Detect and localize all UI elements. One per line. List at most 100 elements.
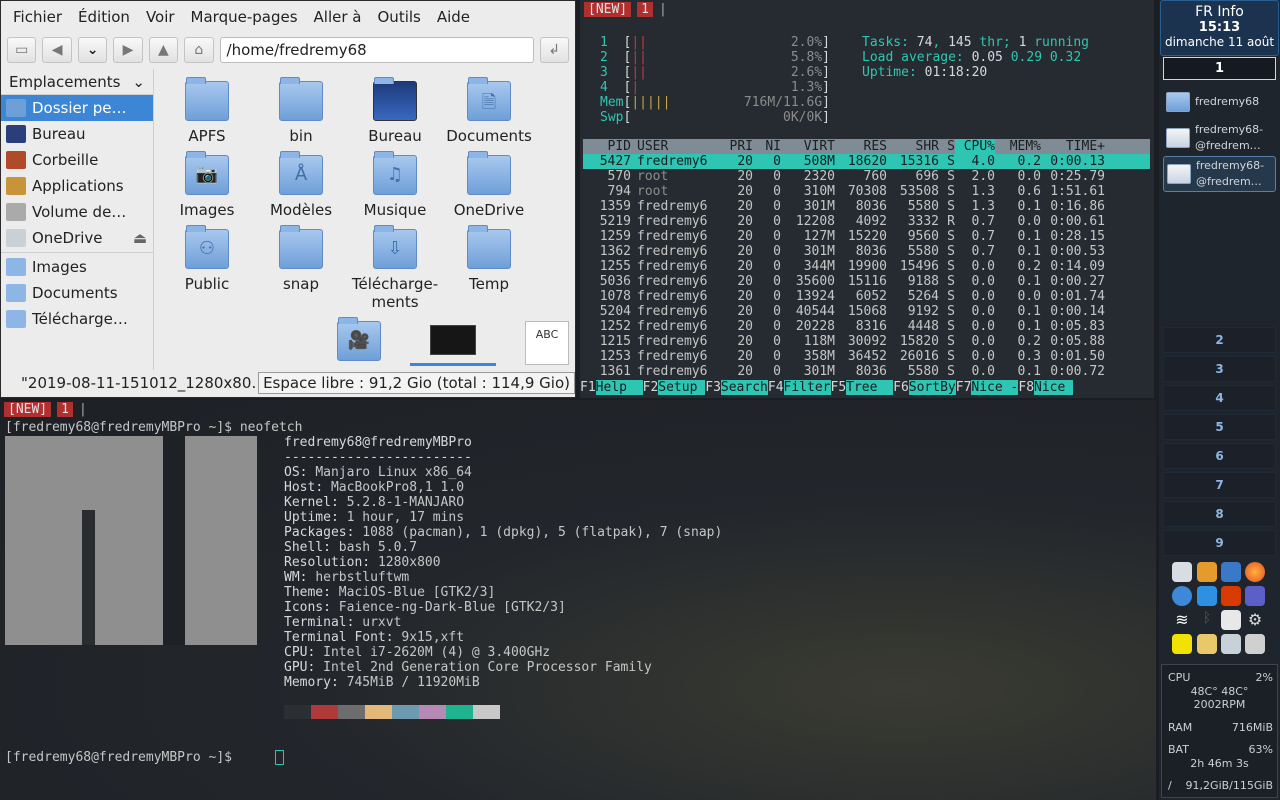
file-item-text[interactable]: ABC: [500, 321, 575, 365]
workspace-button[interactable]: 5: [1163, 414, 1276, 440]
folder-item[interactable]: ⇩ Télécharge-ments: [348, 225, 442, 311]
hexagon-icon[interactable]: [1197, 586, 1217, 606]
process-row[interactable]: 5427 fredremy6 20 0 508M 18620 15316 S 4.0 0.2 0:0…: [583, 154, 1150, 169]
column-header[interactable]: RES: [835, 139, 887, 154]
menu-item[interactable]: Outils: [370, 8, 429, 26]
workspace-button[interactable]: 7: [1163, 472, 1276, 498]
chevron-down-icon[interactable]: ⌄: [132, 73, 145, 91]
sidebar-item-place[interactable]: Dossier pe…: [1, 95, 153, 121]
window-list-item[interactable]: fredremy68-@fredrem…: [1163, 120, 1276, 156]
process-row[interactable]: 1259 fredremy6 20 0 127M 15220 9560 S 0.7 0.1 0:28…: [583, 229, 1150, 244]
forward-button[interactable]: ▶: [113, 37, 143, 63]
htop-terminal[interactable]: [NEW] 1 | 1 [|| 2.0%] 2 [|| 5.8%] 3 [|| 2.6%]…: [580, 0, 1154, 398]
function-key-label[interactable]: SortBy: [908, 380, 956, 395]
folder-item[interactable]: Bureau: [348, 77, 442, 145]
workspace-button[interactable]: 9: [1163, 530, 1276, 556]
menu-item[interactable]: Aller à: [306, 8, 370, 26]
sidebar-item-bookmark[interactable]: Documents: [1, 280, 153, 306]
tab-1[interactable]: 1: [637, 1, 653, 17]
clock-widget[interactable]: FR Info 15:13 dimanche 11 août: [1160, 0, 1279, 56]
function-key-label[interactable]: Search: [720, 380, 768, 395]
function-key-label[interactable]: Nice: [1034, 380, 1074, 395]
menu-item[interactable]: Aide: [429, 8, 478, 26]
process-row[interactable]: 1252 fredremy6 20 0 20228 8316 4448 S 0.0 0.1 0:05…: [583, 319, 1150, 334]
sidebar-header[interactable]: Emplacements ⌄: [1, 69, 153, 95]
folder-item[interactable]: Å Modèles: [254, 151, 348, 219]
process-row[interactable]: 794 root 20 0 310M 70308 53508 S 1.3 0.6 1:51.61: [583, 184, 1150, 199]
back-button[interactable]: ◀: [42, 37, 72, 63]
function-key-label[interactable]: Nice -: [971, 380, 1019, 395]
menu-item[interactable]: Marque-pages: [183, 8, 306, 26]
sidebar-item-place[interactable]: Bureau: [1, 121, 153, 147]
function-key-label[interactable]: Setup: [658, 380, 706, 395]
workspace-button[interactable]: 3: [1163, 356, 1276, 382]
path-field[interactable]: /home/fredremy68: [219, 37, 534, 63]
workspace-button[interactable]: 6: [1163, 443, 1276, 469]
download-icon[interactable]: [1197, 562, 1217, 582]
gear-icon[interactable]: ⚙: [1245, 610, 1265, 630]
sidebar-item-bookmark[interactable]: Images: [1, 254, 153, 280]
bluetooth-icon[interactable]: ᛒ: [1197, 610, 1217, 630]
function-key-label[interactable]: Tree: [846, 380, 894, 395]
column-header[interactable]: TIME+: [1041, 139, 1105, 154]
column-header[interactable]: CPU%: [955, 139, 995, 154]
go-button[interactable]: ↲: [539, 37, 569, 63]
process-row[interactable]: 1253 fredremy6 20 0 358M 36452 26016 S 0.0 0.3 0:0…: [583, 349, 1150, 364]
neofetch-terminal[interactable]: [NEW] 1 | [fredremy68@fredremyMBPro ~]$ …: [0, 400, 1156, 800]
menu-item[interactable]: Voir: [138, 8, 183, 26]
sidebar-item-place[interactable]: Corbeille: [1, 147, 153, 173]
process-row[interactable]: 1255 fredremy6 20 0 344M 19900 15496 S 0.0 0.2 0:1…: [583, 259, 1150, 274]
cloud-icon[interactable]: [1172, 586, 1192, 606]
workspace-button[interactable]: 2: [1163, 327, 1276, 353]
office-icon[interactable]: [1221, 586, 1241, 606]
column-header[interactable]: VIRT: [781, 139, 835, 154]
workspace-button[interactable]: 4: [1163, 385, 1276, 411]
home-icon[interactable]: ⌂: [184, 37, 214, 63]
function-key-label[interactable]: Help: [595, 380, 643, 395]
function-key-label[interactable]: Filter: [783, 380, 831, 395]
tab-1[interactable]: 1: [57, 401, 73, 417]
process-row[interactable]: 5204 fredremy6 20 0 40544 15068 9192 S 0.0 0.1 0:0…: [583, 304, 1150, 319]
tab-new[interactable]: [NEW]: [4, 401, 52, 417]
folder-item[interactable]: snap: [254, 225, 348, 293]
process-row[interactable]: 1361 fredremy6 20 0 301M 8036 5580 S 0.0 0.1 0:00.…: [583, 364, 1150, 379]
folder-item[interactable]: bin: [254, 77, 348, 145]
clipboard-icon[interactable]: [1221, 610, 1241, 630]
sidebar-item-bookmark[interactable]: Télécharge…: [1, 306, 153, 332]
eject-icon[interactable]: ⏏: [133, 229, 147, 247]
workspace-button[interactable]: 8: [1163, 501, 1276, 527]
column-header[interactable]: NI: [753, 139, 781, 154]
window-list-item[interactable]: fredremy68: [1163, 84, 1276, 120]
menu-item[interactable]: Édition: [70, 8, 138, 26]
history-dropdown-button[interactable]: ⌄: [77, 37, 108, 63]
folder-item[interactable]: Temp: [442, 225, 536, 293]
process-row[interactable]: 5219 fredremy6 20 0 12208 4092 3332 R 0.7 0.0 0:00…: [583, 214, 1150, 229]
wifi-icon[interactable]: ≋: [1172, 610, 1192, 630]
process-table-header[interactable]: PID USER PRI NI VIRT RES SHR S CPU% MEM% TIME+: [583, 139, 1150, 154]
drive-icon[interactable]: ▭: [7, 37, 37, 63]
folder-item[interactable]: APFS: [160, 77, 254, 145]
folder-item[interactable]: ⚇ Public: [160, 225, 254, 293]
column-header[interactable]: USER: [631, 139, 711, 154]
chat-icon[interactable]: [1197, 634, 1217, 654]
column-header[interactable]: SHR: [887, 139, 939, 154]
sidebar-item-place[interactable]: Volume de…: [1, 199, 153, 225]
folder-item[interactable]: OneDrive: [442, 151, 536, 219]
process-row[interactable]: 1078 fredremy6 20 0 13924 6052 5264 S 0.0 0.0 0:01…: [583, 289, 1150, 304]
folder-item[interactable]: 📷 Images: [160, 151, 254, 219]
folder-item[interactable]: 🗎 Documents: [442, 77, 536, 145]
column-header[interactable]: MEM%: [995, 139, 1041, 154]
column-header[interactable]: PRI: [711, 139, 753, 154]
window-list-item[interactable]: fredremy68-@fredrem…: [1163, 156, 1276, 192]
process-row[interactable]: 5036 fredremy6 20 0 35600 15116 9188 S 0.0 0.1 0:0…: [583, 274, 1150, 289]
file-item-partial[interactable]: 🎥: [312, 317, 406, 367]
column-header[interactable]: PID: [583, 139, 631, 154]
tab-new[interactable]: [NEW]: [584, 1, 632, 17]
sidebar-item-place[interactable]: Applications: [1, 173, 153, 199]
process-row[interactable]: 1215 fredremy6 20 0 118M 30092 15820 S 0.0 0.2 0:0…: [583, 334, 1150, 349]
workspace-1-button[interactable]: 1: [1163, 57, 1276, 80]
teams-icon[interactable]: [1245, 586, 1265, 606]
drive-icon[interactable]: [1172, 562, 1192, 582]
notes-icon[interactable]: [1172, 634, 1192, 654]
screenshot-icon[interactable]: [1245, 634, 1265, 654]
